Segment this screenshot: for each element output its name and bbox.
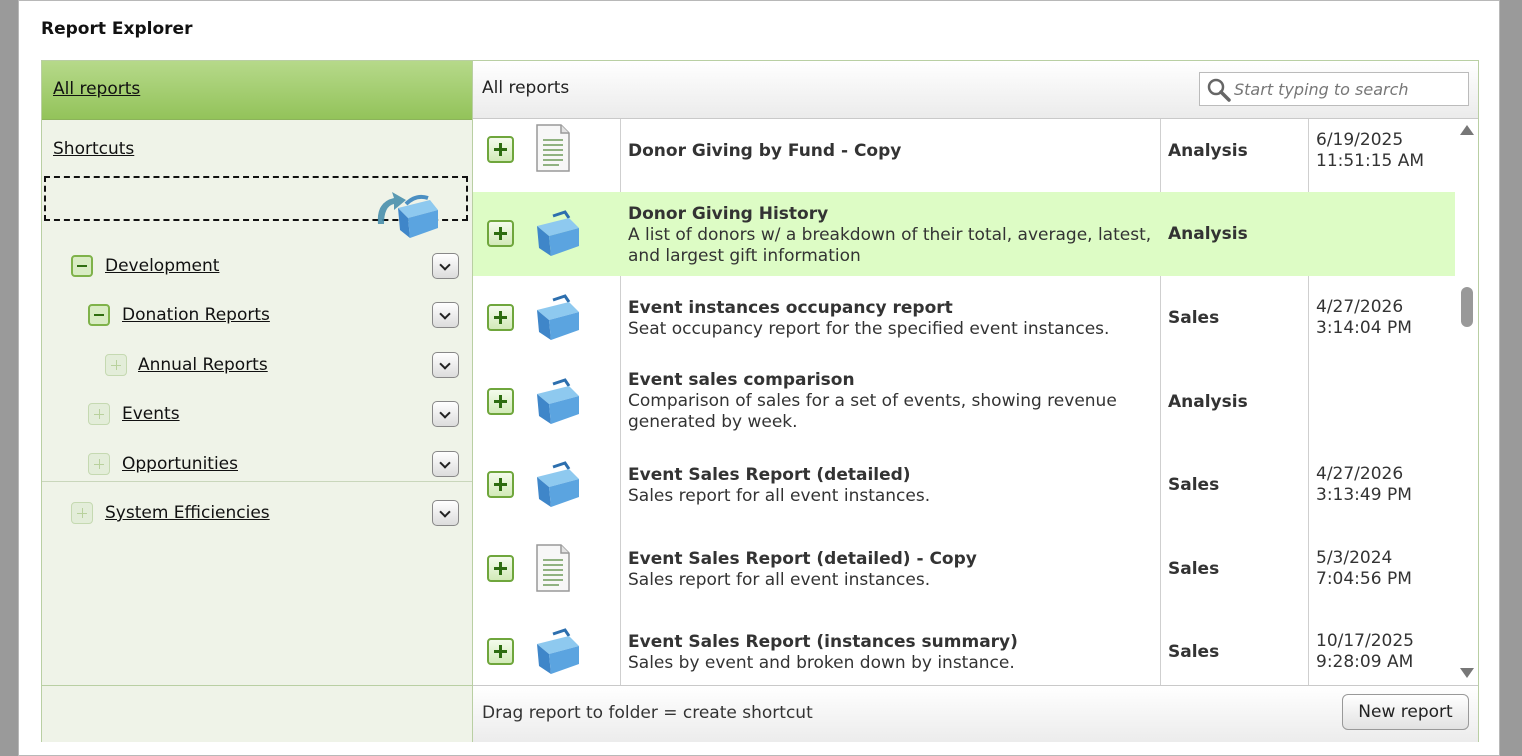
expand-icon[interactable] bbox=[71, 502, 93, 524]
add-shortcut-button[interactable] bbox=[487, 638, 514, 665]
expand-icon[interactable] bbox=[88, 403, 110, 425]
collapse-icon[interactable] bbox=[71, 255, 93, 277]
search-input[interactable] bbox=[1234, 78, 1462, 100]
all-reports-header[interactable]: All reports bbox=[42, 61, 472, 120]
breadcrumb: All reports bbox=[482, 78, 570, 98]
scrollbar-thumb[interactable] bbox=[1461, 287, 1473, 327]
add-shortcut-button[interactable] bbox=[487, 136, 514, 163]
report-category: Analysis bbox=[1168, 141, 1248, 161]
report-name[interactable]: Donor Giving by Fund - Copy bbox=[628, 141, 901, 161]
shortcuts-link[interactable]: Shortcuts bbox=[53, 139, 134, 159]
report-row[interactable]: Event Sales Report (detailed) - Copy Sal… bbox=[473, 527, 1455, 610]
report-list-pane: All reports Start typing to search Donor… bbox=[473, 61, 1478, 742]
report-name[interactable]: Donor Giving History bbox=[628, 204, 828, 224]
toolbox-icon bbox=[535, 204, 583, 262]
report-row[interactable]: Event instances occupancy report Seat oc… bbox=[473, 276, 1455, 360]
new-report-button[interactable]: New report bbox=[1342, 694, 1469, 730]
expand-icon[interactable] bbox=[88, 453, 110, 475]
report-name[interactable]: Event Sales Report (detailed) - Copy bbox=[628, 549, 977, 569]
scroll-down-arrow-icon[interactable] bbox=[1460, 668, 1474, 678]
chevron-down-icon[interactable] bbox=[432, 302, 459, 328]
vertical-scrollbar[interactable] bbox=[1455, 119, 1478, 685]
document-icon bbox=[535, 124, 571, 176]
report-row[interactable]: Event sales comparison Comparison of sal… bbox=[473, 360, 1455, 443]
report-category: Sales bbox=[1168, 642, 1220, 662]
tree-node-label[interactable]: Opportunities bbox=[122, 454, 238, 474]
report-row[interactable]: Donor Giving by Fund - Copy Analysis 6/1… bbox=[473, 119, 1455, 192]
tree-node-opportunities[interactable]: Opportunities bbox=[42, 445, 472, 485]
chevron-down-icon[interactable] bbox=[432, 253, 459, 279]
report-row[interactable]: Event Sales Report (detailed) Sales repo… bbox=[473, 443, 1455, 527]
toolbox-icon bbox=[535, 288, 583, 346]
report-category: Sales bbox=[1168, 559, 1220, 579]
report-rows: Donor Giving by Fund - Copy Analysis 6/1… bbox=[473, 119, 1455, 685]
chevron-down-icon[interactable] bbox=[432, 500, 459, 526]
report-description: A list of donors w/ a breakdown of their… bbox=[628, 225, 1152, 266]
report-name[interactable]: Event sales comparison bbox=[628, 370, 855, 390]
report-date: 10/17/2025 9:28:09 AM bbox=[1316, 631, 1414, 672]
tree-node-system-efficiencies[interactable]: System Efficiencies bbox=[42, 494, 472, 534]
drag-hint: Drag report to folder = create shortcut bbox=[482, 703, 813, 723]
chevron-down-icon[interactable] bbox=[432, 401, 459, 427]
tree-node-label[interactable]: System Efficiencies bbox=[105, 503, 270, 523]
tree-node-label[interactable]: Annual Reports bbox=[138, 355, 268, 375]
report-name[interactable]: Event Sales Report (detailed) bbox=[628, 465, 911, 485]
tree-node-events[interactable]: Events bbox=[42, 395, 472, 435]
drag-shortcut-icon bbox=[372, 184, 444, 244]
report-description: Comparison of sales for a set of events,… bbox=[628, 391, 1117, 432]
explorer: All reports Shortcuts Development Donati… bbox=[41, 60, 1479, 742]
tree-node-label[interactable]: Development bbox=[105, 256, 219, 276]
report-date: 4/27/2026 3:14:04 PM bbox=[1316, 297, 1412, 338]
report-date: 4/27/2026 3:13:49 PM bbox=[1316, 464, 1412, 505]
report-name[interactable]: Event Sales Report (instances summary) bbox=[628, 632, 1018, 652]
report-description: Sales by event and broken down by instan… bbox=[628, 653, 1015, 673]
panel-title: Report Explorer bbox=[41, 19, 193, 39]
report-name[interactable]: Event instances occupancy report bbox=[628, 298, 953, 318]
folder-tree: Shortcuts Development Donation Reports A… bbox=[42, 120, 472, 526]
search-icon bbox=[1207, 78, 1231, 106]
document-icon bbox=[535, 544, 571, 596]
report-category: Analysis bbox=[1168, 224, 1248, 244]
all-reports-link[interactable]: All reports bbox=[53, 79, 140, 99]
folder-pane-footer bbox=[42, 685, 472, 742]
report-description: Sales report for all event instances. bbox=[628, 486, 931, 506]
report-category: Sales bbox=[1168, 308, 1220, 328]
tree-node-label[interactable]: Donation Reports bbox=[122, 305, 270, 325]
toolbox-icon bbox=[535, 372, 583, 430]
report-description: Sales report for all event instances. bbox=[628, 570, 931, 590]
report-category: Analysis bbox=[1168, 392, 1248, 412]
report-row[interactable]: Event Sales Report (instances summary) S… bbox=[473, 610, 1455, 685]
toolbox-icon bbox=[535, 622, 583, 680]
report-explorer-panel: Report Explorer All reports Shortcuts De… bbox=[18, 0, 1500, 756]
report-category: Sales bbox=[1168, 475, 1220, 495]
tree-node-annual-reports[interactable]: Annual Reports bbox=[42, 346, 472, 386]
add-shortcut-button[interactable] bbox=[487, 220, 514, 247]
tree-node-donation-reports[interactable]: Donation Reports bbox=[42, 296, 472, 336]
expand-icon[interactable] bbox=[105, 354, 127, 376]
report-date: 5/3/2024 7:04:56 PM bbox=[1316, 548, 1412, 589]
report-date: 6/19/2025 11:51:15 AM bbox=[1316, 130, 1425, 171]
report-list-footer: Drag report to folder = create shortcut … bbox=[473, 685, 1478, 742]
toolbox-icon bbox=[535, 455, 583, 513]
chevron-down-icon[interactable] bbox=[432, 352, 459, 378]
report-description: Seat occupancy report for the specified … bbox=[628, 319, 1110, 339]
folder-pane: All reports Shortcuts Development Donati… bbox=[42, 61, 473, 742]
add-shortcut-button[interactable] bbox=[487, 388, 514, 415]
scroll-up-arrow-icon[interactable] bbox=[1460, 125, 1474, 135]
add-shortcut-button[interactable] bbox=[487, 304, 514, 331]
add-shortcut-button[interactable] bbox=[487, 471, 514, 498]
search-box[interactable] bbox=[1199, 72, 1469, 106]
report-list-header: All reports bbox=[473, 61, 1478, 119]
tree-node-label[interactable]: Events bbox=[122, 404, 180, 424]
collapse-icon[interactable] bbox=[88, 304, 110, 326]
chevron-down-icon[interactable] bbox=[432, 451, 459, 477]
report-row-highlighted[interactable]: Donor Giving History A list of donors w/… bbox=[473, 192, 1455, 276]
add-shortcut-button[interactable] bbox=[487, 555, 514, 582]
tree-node-development[interactable]: Development bbox=[42, 247, 472, 287]
